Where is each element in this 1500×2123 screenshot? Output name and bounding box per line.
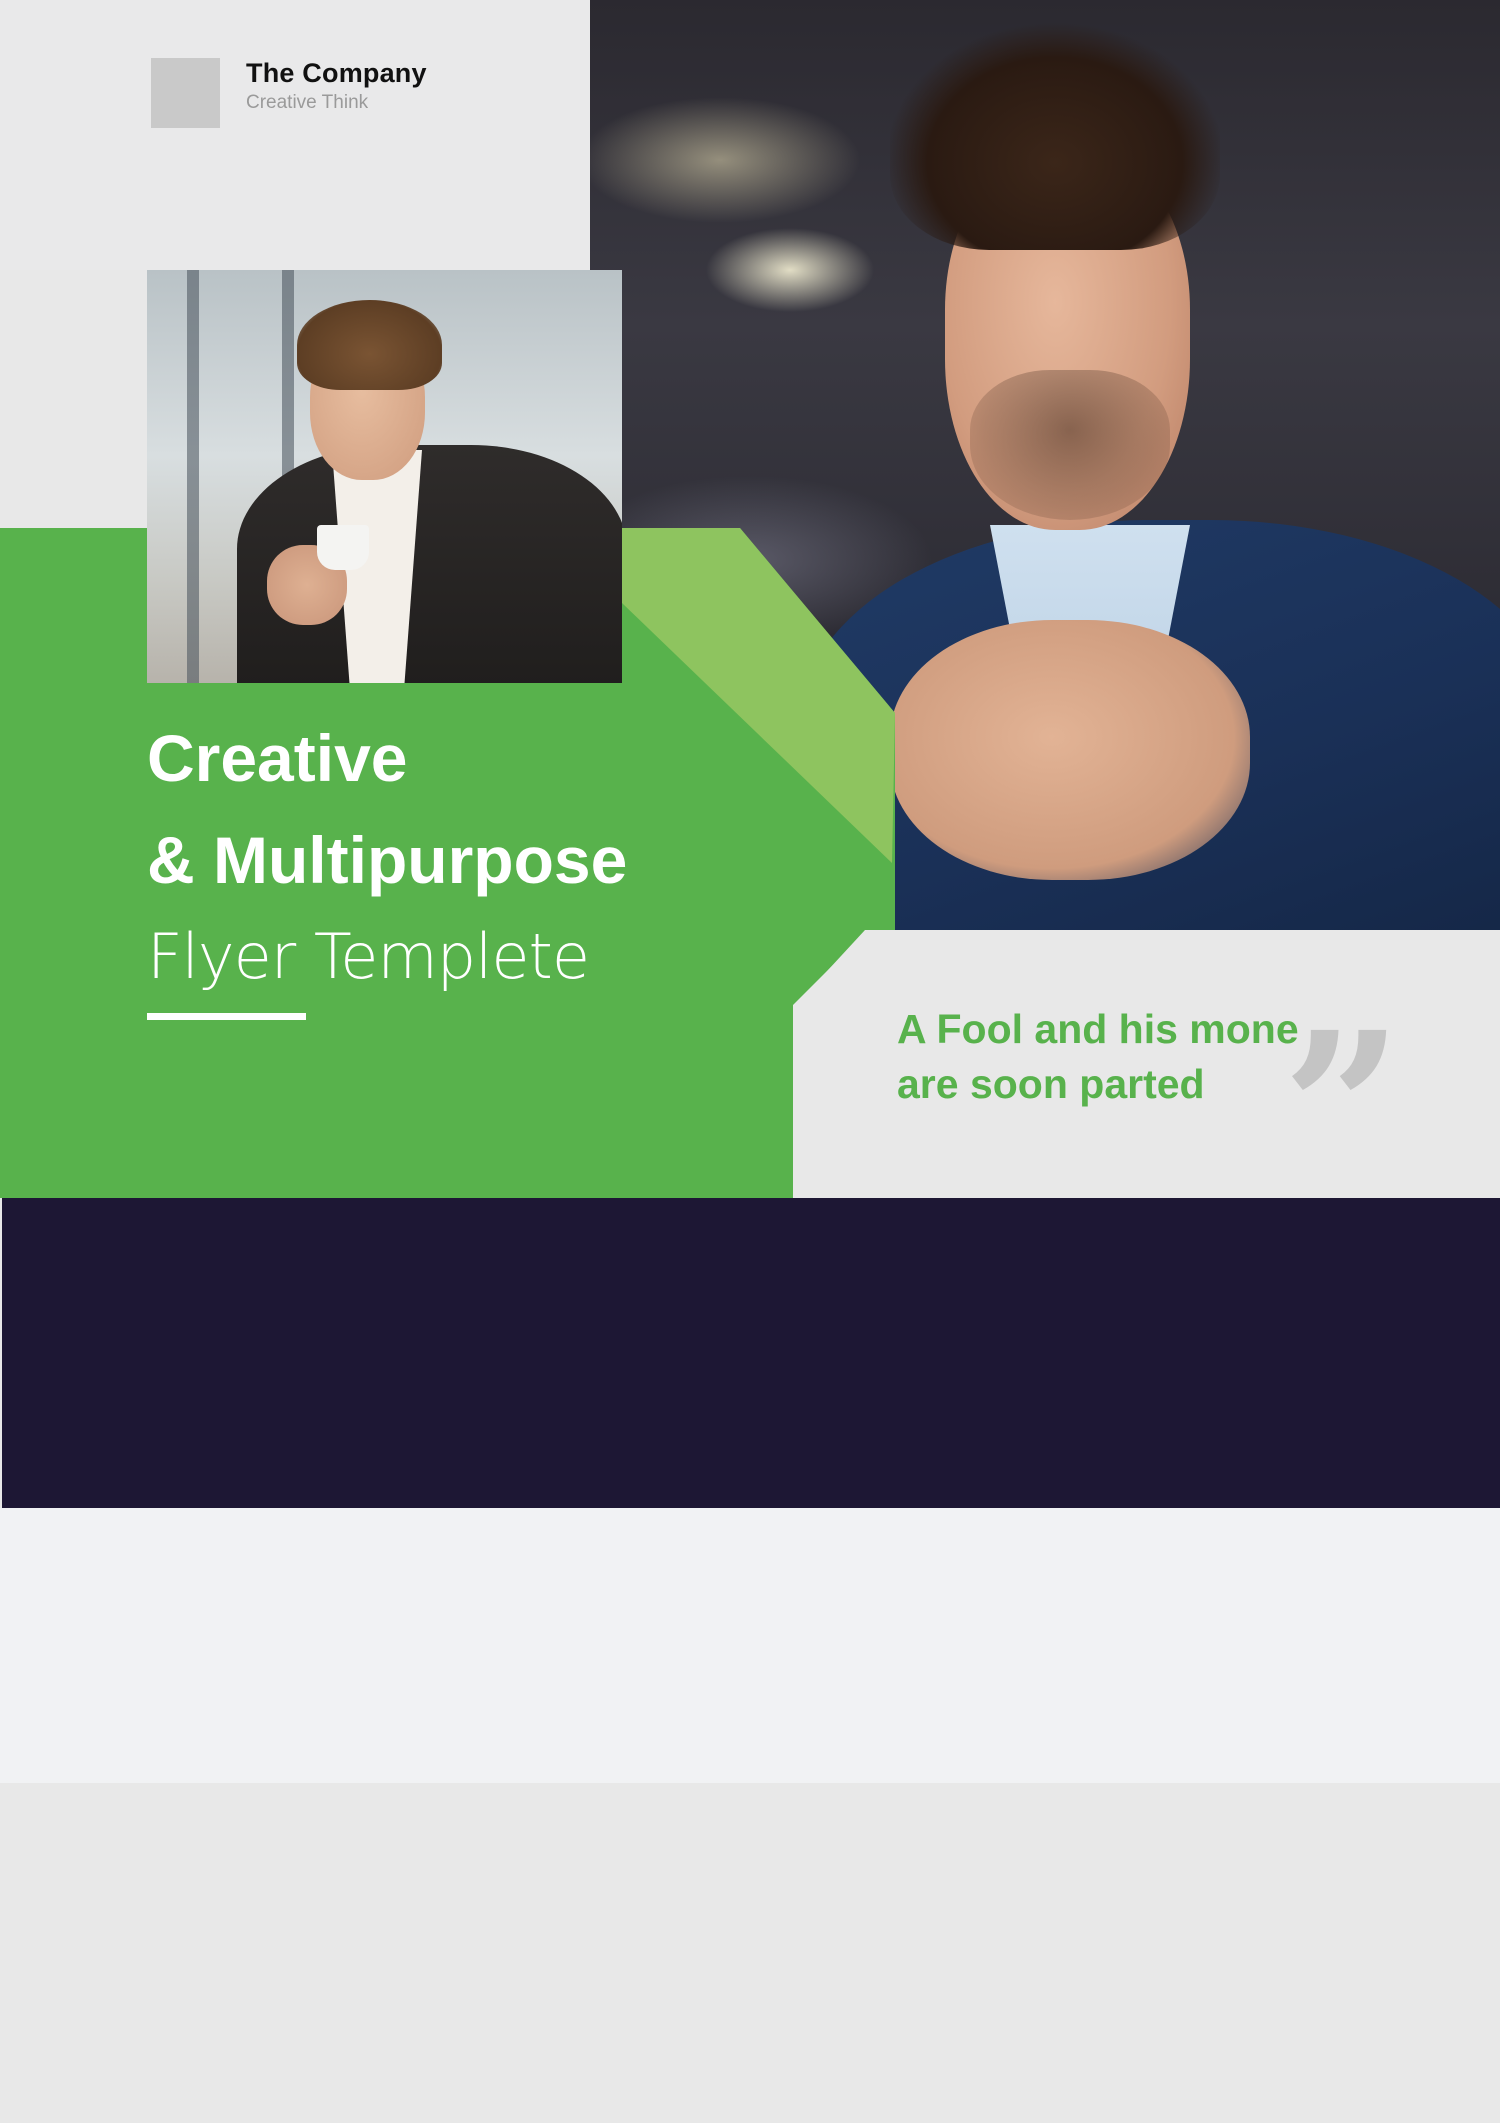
inset-hair bbox=[297, 300, 442, 390]
navy-band bbox=[2, 1198, 1500, 1508]
headline-line-3: Flyer Templete bbox=[147, 920, 590, 993]
hero-hair bbox=[890, 0, 1220, 250]
hero-beard bbox=[970, 370, 1170, 520]
quote-text: A Fool and his mone are soon parted bbox=[897, 1006, 1299, 1107]
headline-underline bbox=[147, 1013, 306, 1020]
branding-panel bbox=[0, 0, 590, 270]
light-band bbox=[0, 1508, 1500, 1783]
headline-line-2: & Multipurpose bbox=[147, 823, 628, 897]
hero-hands bbox=[890, 620, 1250, 880]
logo-placeholder bbox=[151, 58, 220, 128]
company-name: The Company bbox=[246, 58, 427, 88]
inset-photo bbox=[147, 270, 622, 683]
headline-line-1: Creative bbox=[147, 721, 408, 795]
coffee-cup bbox=[317, 525, 369, 570]
quote-mark-icon: ” bbox=[1282, 986, 1403, 1233]
company-tagline: Creative Think bbox=[246, 92, 369, 113]
